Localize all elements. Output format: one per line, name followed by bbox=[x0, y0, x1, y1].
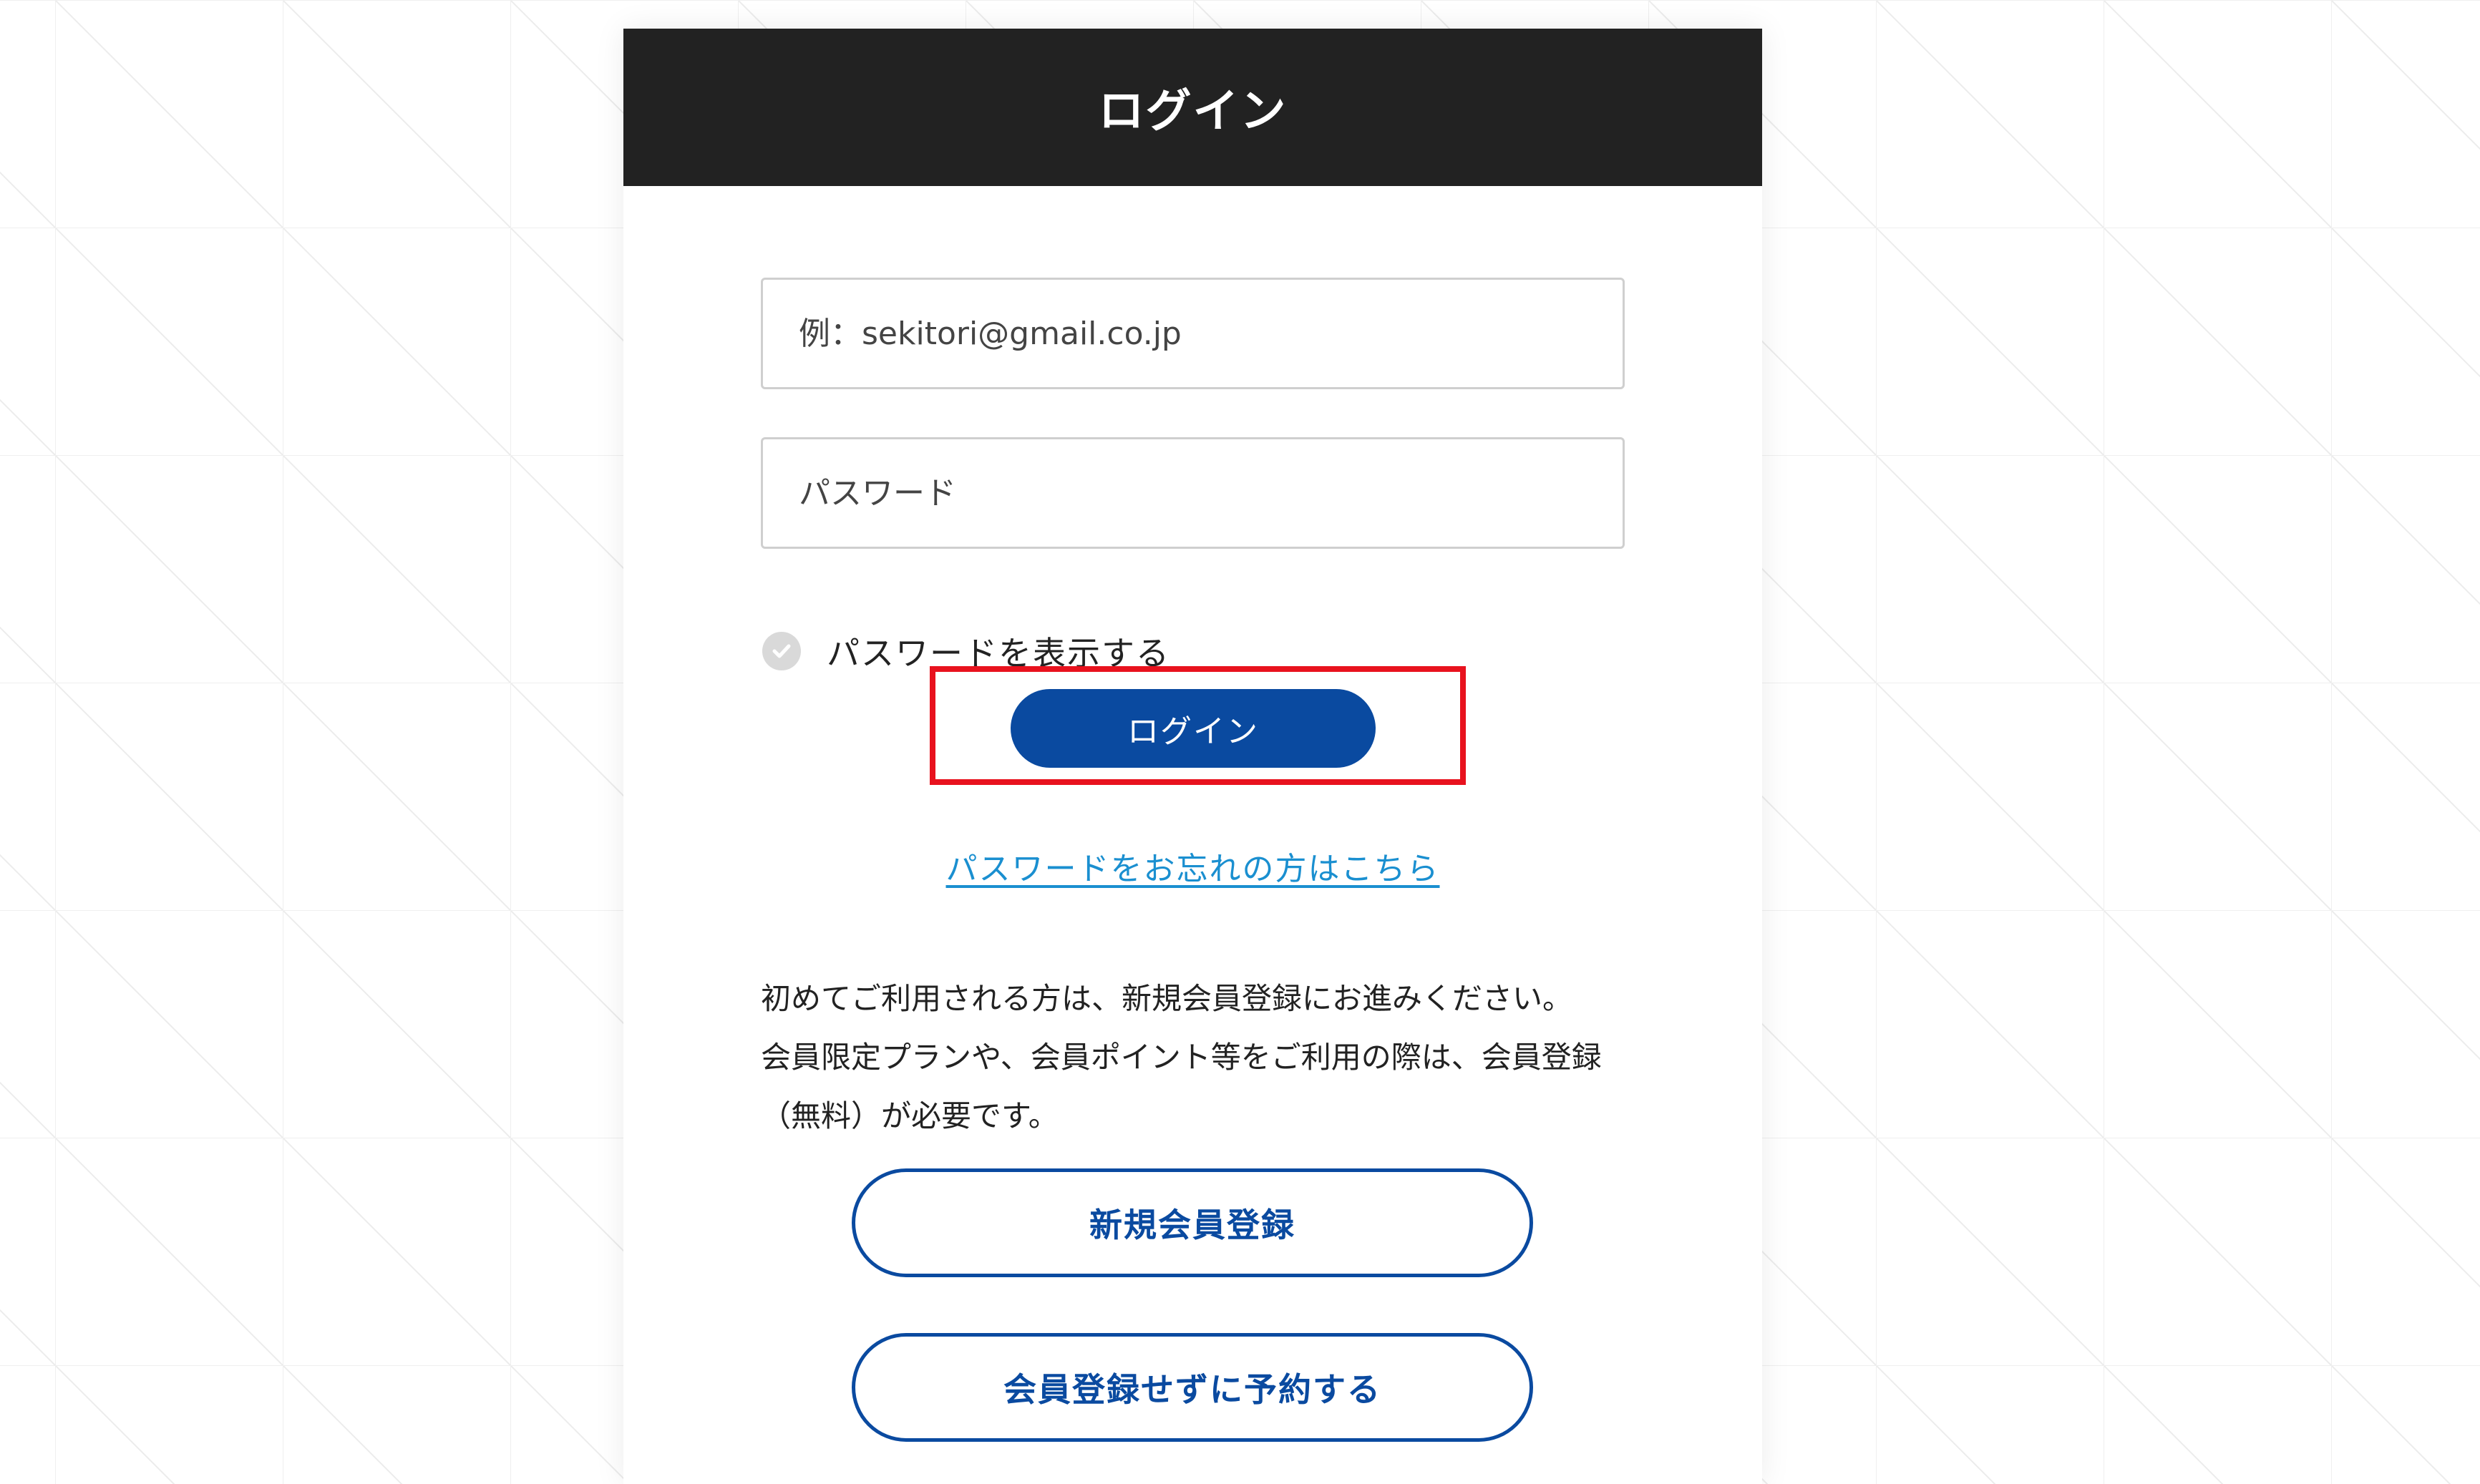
info-line: 会員限定プランや、会員ポイント等をご利用の際は、会員登録 bbox=[761, 1040, 1602, 1075]
password-field-container bbox=[761, 437, 1625, 549]
login-card: ログイン パスワードを表示する ログイン パスワードをお忘れの方はこちら 初めて… bbox=[623, 29, 1762, 1484]
page-title: ログイン bbox=[1098, 85, 1288, 138]
password-field[interactable] bbox=[797, 474, 1623, 512]
registration-info: 初めてご利用される方は、新規会員登録にお進みください。 会員限定プランや、会員ポ… bbox=[761, 970, 1641, 1146]
email-field[interactable] bbox=[797, 314, 1623, 353]
forgot-password-link[interactable]: パスワードをお忘れの方はこちら bbox=[623, 843, 1762, 889]
login-button[interactable]: ログイン bbox=[1011, 689, 1376, 768]
info-line: （無料）が必要です。 bbox=[761, 1098, 1059, 1133]
email-field-container bbox=[761, 278, 1625, 389]
check-circle-icon[interactable] bbox=[762, 632, 801, 670]
info-line: 初めてご利用される方は、新規会員登録にお進みください。 bbox=[761, 981, 1573, 1016]
register-button[interactable]: 新規会員登録 bbox=[852, 1168, 1533, 1277]
login-header: ログイン bbox=[623, 29, 1762, 186]
guest-booking-button[interactable]: 会員登録せずに予約する bbox=[852, 1333, 1533, 1442]
